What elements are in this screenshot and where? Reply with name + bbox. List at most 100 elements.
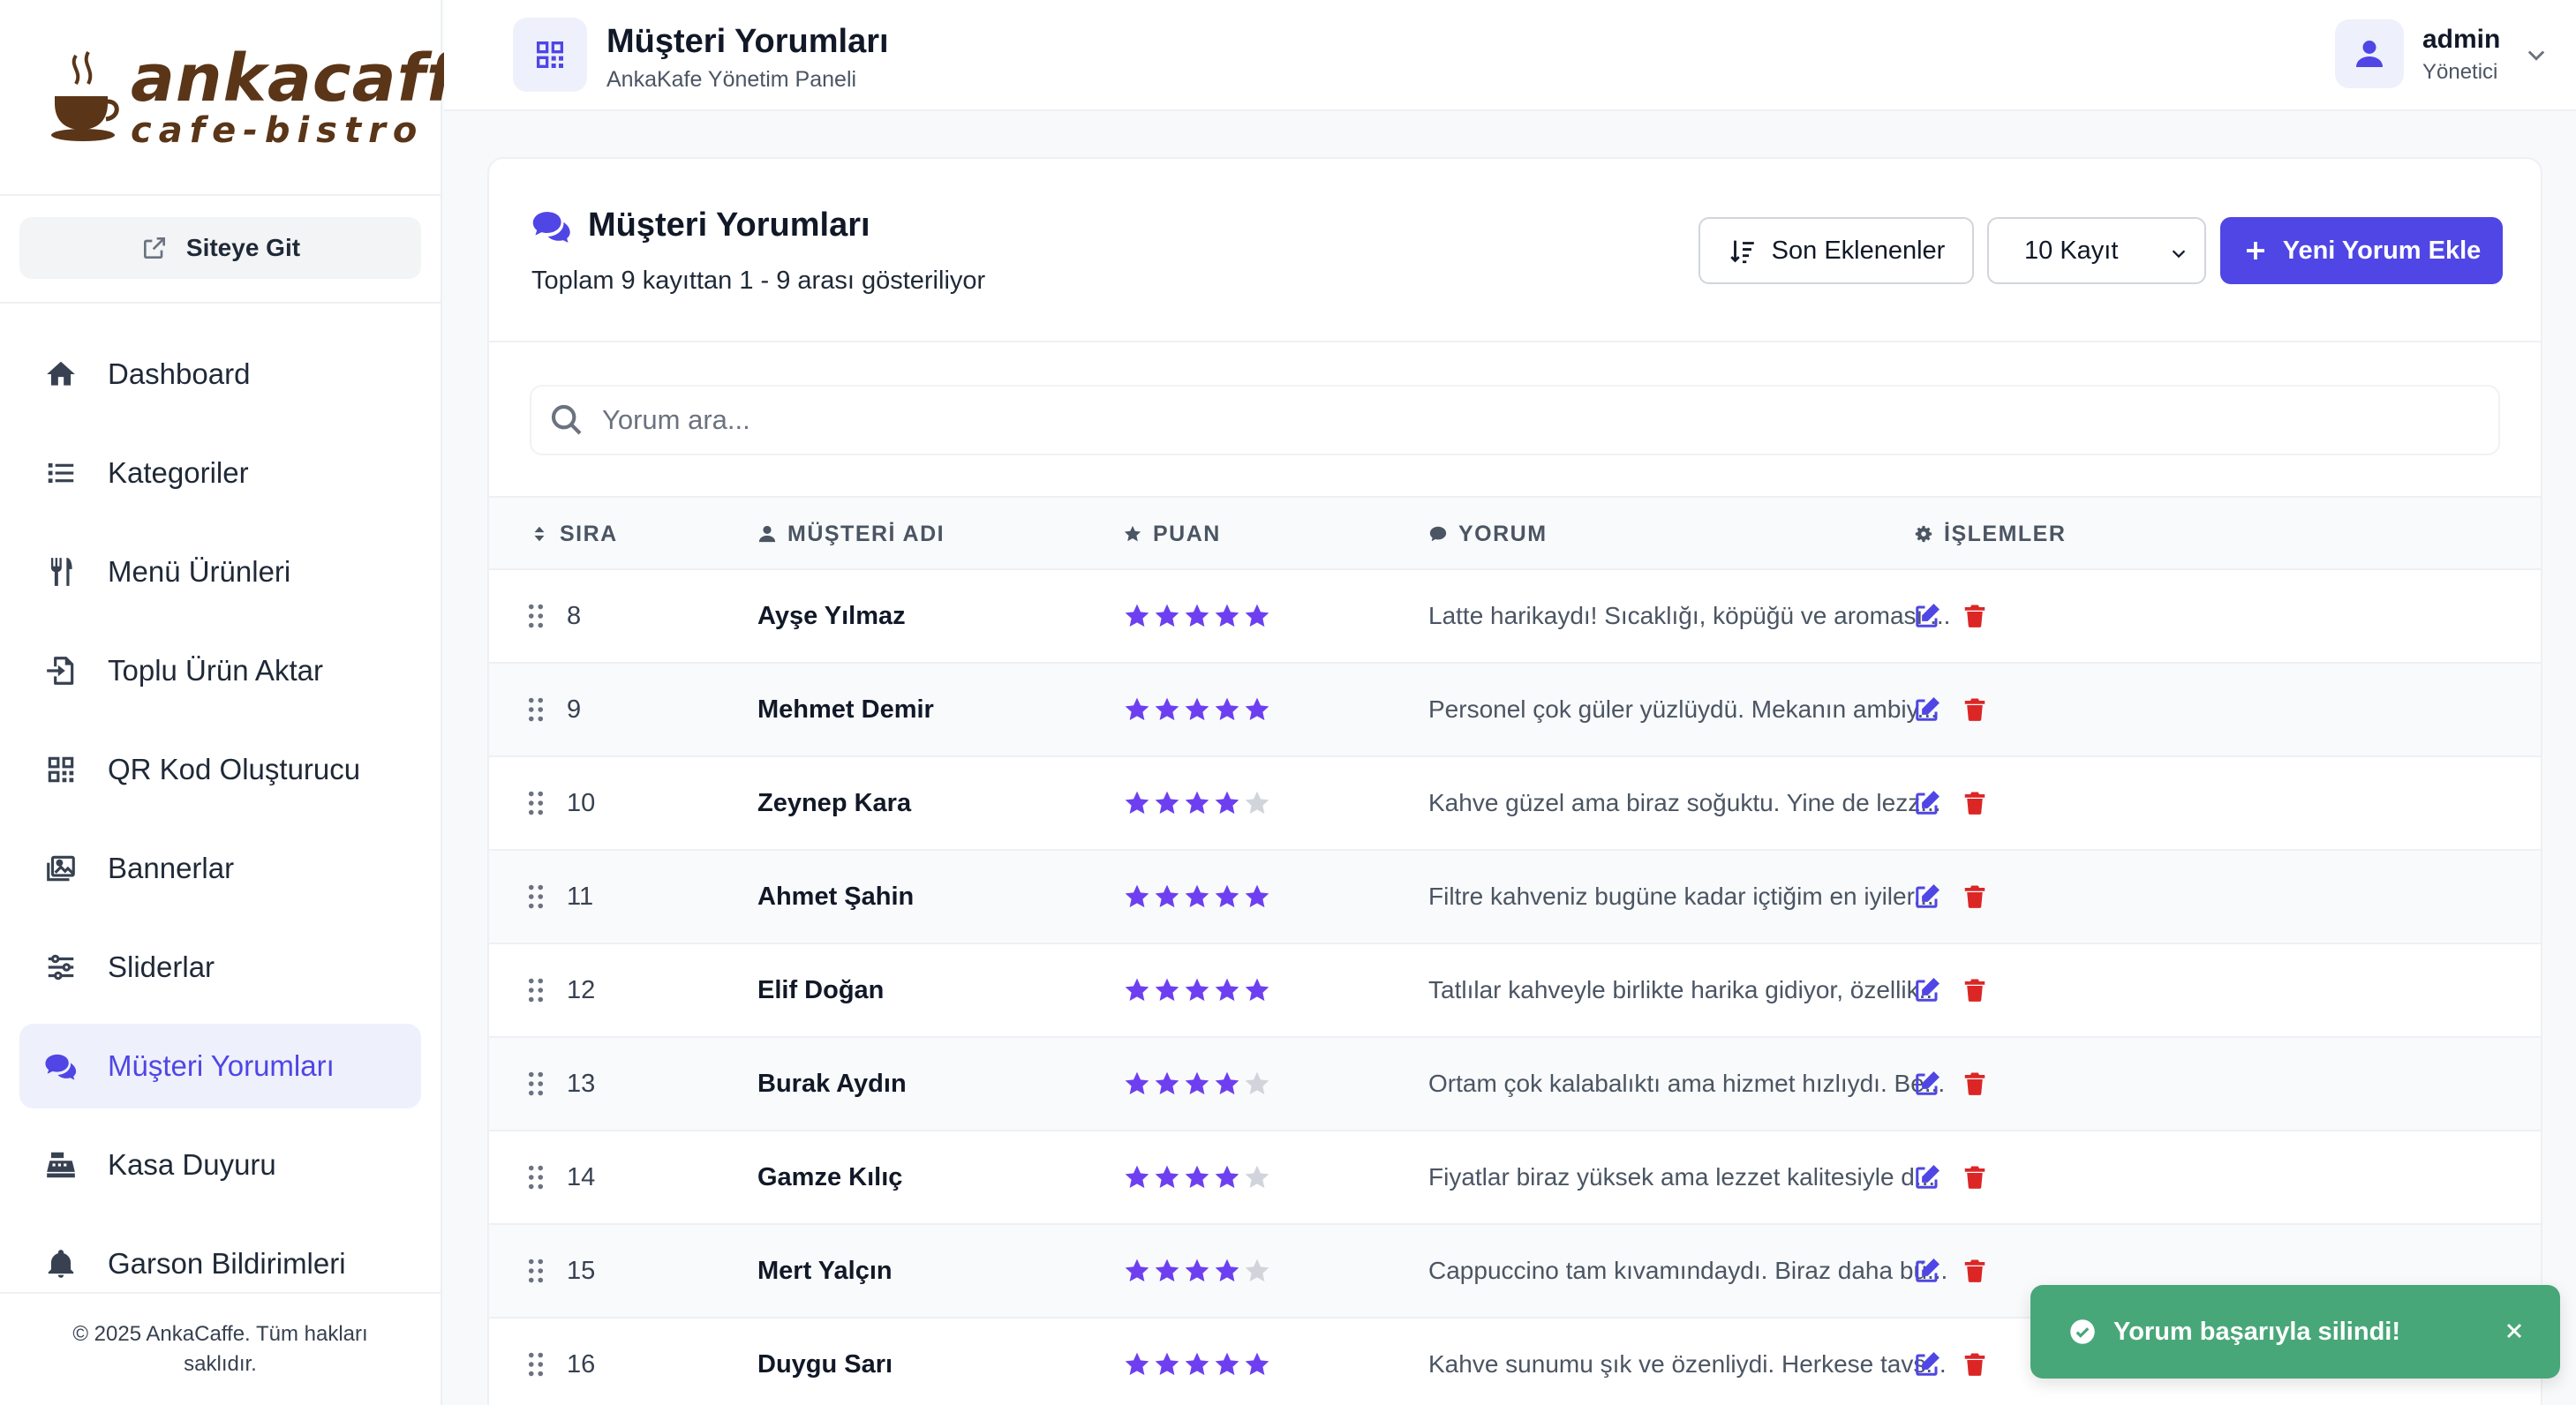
edit-icon[interactable] <box>1914 1351 1940 1378</box>
page-size-select[interactable]: 10 Kayıt <box>1987 217 2206 284</box>
drag-order-cell[interactable]: 9 <box>528 664 581 755</box>
star-filled-icon <box>1185 604 1209 627</box>
drag-order-cell[interactable]: 13 <box>528 1038 595 1130</box>
grip-vertical-icon <box>528 978 544 1003</box>
edit-icon[interactable] <box>1914 883 1940 910</box>
star-filled-icon <box>1155 1258 1179 1282</box>
sidebar: ankacaffe cafe-bistro Siteye Git Dashboa… <box>0 0 500 1405</box>
comment-preview: Kahve güzel ama biraz soğuktu. Yine de l… <box>1428 789 1941 816</box>
page-title: Müşteri Yorumları <box>606 23 889 60</box>
drag-order-cell[interactable]: 16 <box>528 1319 595 1405</box>
sort-button[interactable]: Son Eklenenler <box>1699 217 1974 284</box>
user-name[interactable]: admin <box>2422 25 2500 55</box>
search-area <box>489 342 2541 498</box>
column-order[interactable]: SIRA <box>530 498 618 570</box>
star-filled-icon <box>1215 697 1239 721</box>
drag-order-cell[interactable]: 8 <box>528 570 581 662</box>
star-filled-icon <box>1215 978 1239 1002</box>
trash-icon[interactable] <box>1962 790 1988 816</box>
trash-icon[interactable] <box>1962 1164 1988 1191</box>
sidebar-item-sliders[interactable]: Sliderlar <box>19 925 421 1010</box>
chevron-down-icon[interactable] <box>2524 42 2549 67</box>
toast-message: Yorum başarıyla silindi! <box>2113 1317 2401 1346</box>
edit-icon[interactable] <box>1914 1071 1940 1097</box>
external-link-icon <box>143 237 165 259</box>
search-icon <box>551 404 582 435</box>
drag-order-cell[interactable]: 14 <box>528 1131 595 1223</box>
page-icon <box>513 18 587 92</box>
trash-icon[interactable] <box>1962 1351 1988 1378</box>
edit-icon[interactable] <box>1914 1258 1940 1284</box>
order-number: 12 <box>567 975 596 1004</box>
drag-order-cell[interactable]: 10 <box>528 757 595 849</box>
sliders-icon <box>48 954 74 980</box>
grip-vertical-icon <box>528 1165 544 1190</box>
star-filled-icon <box>1245 1352 1269 1376</box>
user-icon <box>758 525 776 543</box>
card-title-text: Müşteri Yorumları <box>588 207 870 244</box>
star-filled-icon <box>1215 1071 1239 1095</box>
column-name: MÜŞTERİ ADI <box>757 498 945 570</box>
user-avatar[interactable] <box>2335 19 2404 88</box>
cash-register-icon <box>47 1152 75 1178</box>
column-rating-label: PUAN <box>1153 521 1221 546</box>
sidebar-item-customer-reviews[interactable]: Müşteri Yorumları <box>19 1024 421 1108</box>
table-row: 12 Elif Doğan Tatlılar kahveyle birlikte… <box>489 944 2541 1038</box>
star-filled-icon <box>1155 791 1179 815</box>
close-icon[interactable] <box>2504 1320 2525 1341</box>
brand-logo[interactable]: ankacaffe cafe-bistro <box>49 46 501 148</box>
comment-preview: Kahve sunumu şık ve özenliydi. Herkese t… <box>1428 1350 1947 1378</box>
sidebar-item-cash-announcement[interactable]: Kasa Duyuru <box>19 1123 421 1207</box>
brand-line2: cafe-bistro <box>131 110 425 151</box>
trash-icon[interactable] <box>1962 1258 1988 1284</box>
sidebar-item-qr-generator[interactable]: QR Kod Oluşturucu <box>19 727 421 812</box>
edit-icon[interactable] <box>1914 790 1940 816</box>
order-number: 11 <box>567 882 594 911</box>
edit-icon[interactable] <box>1914 696 1940 723</box>
search-input[interactable] <box>602 404 2191 436</box>
drag-order-cell[interactable]: 11 <box>528 851 593 943</box>
star-filled-icon <box>1125 1352 1149 1376</box>
column-comment: YORUM <box>1428 498 1548 570</box>
drag-order-cell[interactable]: 15 <box>528 1225 595 1317</box>
plus-icon <box>2246 242 2264 259</box>
edit-icon[interactable] <box>1914 603 1940 629</box>
table-row: 10 Zeynep Kara Kahve güzel ama biraz soğ… <box>489 757 2541 851</box>
customer-name: Gamze Kılıç <box>757 1162 903 1191</box>
record-summary: Toplam 9 kayıttan 1 - 9 arası gösteriliy… <box>531 267 986 295</box>
star-filled-icon <box>1125 1165 1149 1189</box>
table-row: 13 Burak Aydın Ortam çok kalabalıktı ama… <box>489 1038 2541 1131</box>
trash-icon[interactable] <box>1962 696 1988 723</box>
order-number: 16 <box>567 1349 596 1379</box>
rating-stars <box>1123 664 1271 755</box>
trash-icon[interactable] <box>1962 603 1988 629</box>
star-empty-icon <box>1245 1258 1269 1282</box>
go-to-site-button[interactable]: Siteye Git <box>19 217 421 279</box>
star-filled-icon <box>1125 697 1149 721</box>
star-filled-icon <box>1215 1258 1239 1282</box>
edit-icon[interactable] <box>1914 977 1940 1003</box>
drag-order-cell[interactable]: 12 <box>528 944 595 1036</box>
sidebar-item-menu-products[interactable]: Menü Ürünleri <box>19 530 421 614</box>
sidebar-item-bulk-import[interactable]: Toplu Ürün Aktar <box>19 628 421 713</box>
row-actions <box>1914 1131 1988 1223</box>
customer-name: Elif Doğan <box>757 975 885 1004</box>
row-actions <box>1914 851 1988 943</box>
star-filled-icon <box>1155 1071 1179 1095</box>
sidebar-item-categories[interactable]: Kategoriler <box>19 431 421 515</box>
user-role: Yönetici <box>2422 60 2498 84</box>
rating-stars <box>1123 1038 1271 1130</box>
trash-icon[interactable] <box>1962 1071 1988 1097</box>
sidebar-item-label: QR Kod Oluşturucu <box>108 753 361 785</box>
trash-icon[interactable] <box>1962 883 1988 910</box>
add-review-button[interactable]: Yeni Yorum Ekle <box>2220 217 2503 284</box>
sidebar-item-dashboard[interactable]: Dashboard <box>19 332 421 417</box>
sidebar-item-banners[interactable]: Bannerlar <box>19 826 421 911</box>
sidebar-item-label: Garson Bildirimleri <box>108 1247 346 1280</box>
top-header: Müşteri Yorumları AnkaKafe Yönetim Panel… <box>444 0 2576 111</box>
customer-name: Duygu Sarı <box>757 1349 893 1379</box>
file-import-icon <box>47 657 74 685</box>
trash-icon[interactable] <box>1962 977 1988 1003</box>
rating-stars <box>1123 757 1271 849</box>
edit-icon[interactable] <box>1914 1164 1940 1191</box>
